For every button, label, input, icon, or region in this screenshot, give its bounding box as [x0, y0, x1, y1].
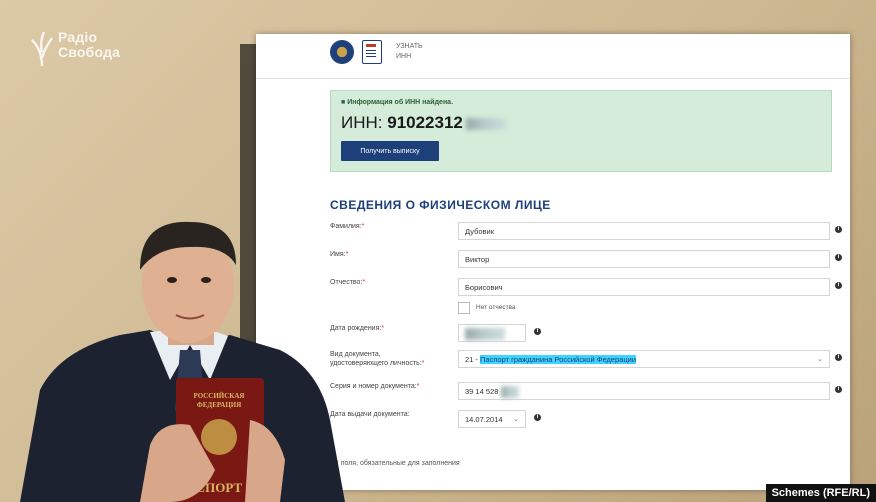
surname-row: Фамилия:* Дубовик i — [330, 222, 842, 244]
doc-type-row: Вид документа, удостоверяющего личность:*… — [330, 350, 842, 372]
birthdate-row: Дата рождения:* i — [330, 324, 840, 346]
info-icon[interactable]: i — [835, 282, 842, 289]
logo-line-1: Радіо — [58, 29, 98, 45]
required-star: * — [361, 223, 365, 230]
chevron-down-icon[interactable]: ⌄ — [513, 411, 519, 429]
logo-mark-icon — [31, 31, 53, 67]
required-star: * — [421, 360, 425, 367]
birthdate-input[interactable] — [458, 324, 526, 342]
doc-type-select[interactable]: 21 - Паспорт гражданина Российской Федер… — [458, 350, 830, 368]
doc-number-row: Серия и номер документа:* 39 14 528 i — [330, 382, 842, 404]
birthdate-redacted-blur — [465, 328, 505, 341]
patronymic-input[interactable]: Борисович — [458, 278, 830, 296]
issue-date-value: 14.07.2014 — [465, 415, 503, 424]
inn-number: 91022312 — [387, 113, 463, 132]
no-patronymic-label: Нет отчества — [476, 304, 516, 311]
photo-credit: Schemes (RFE/RL) — [765, 484, 876, 502]
inn-found-panel: ■ Информация об ИНН найдена. ИНН: 910223… — [330, 90, 832, 172]
required-star: * — [416, 383, 420, 390]
issue-date-label: Дата выдачи документа: — [330, 411, 410, 418]
section-title: СВЕДЕНИЯ О ФИЗИЧЕСКОМ ЛИЦЕ — [330, 198, 551, 212]
no-patronymic-row: Нет отчества — [330, 302, 840, 324]
doc-type-code: 21 - — [465, 355, 478, 364]
name-label: Имя:* — [330, 250, 455, 259]
birthdate-label: Дата рождения:* — [330, 324, 455, 333]
service-title[interactable]: УЗНАТЬ ИНН — [396, 42, 436, 62]
doc-type-label-line-1: Вид документа, — [330, 351, 381, 358]
doc-number-label-text: Серия и номер документа: — [330, 383, 417, 390]
info-icon[interactable]: i — [835, 254, 842, 261]
fns-emblem-icon[interactable] — [330, 40, 354, 64]
doc-number-redacted-blur — [501, 386, 520, 399]
required-star: * — [336, 460, 339, 467]
info-icon[interactable]: i — [835, 226, 842, 233]
inn-label: ИНН: — [341, 113, 383, 132]
inn-redacted-blur — [465, 117, 506, 130]
patronymic-label-text: Отчество: — [330, 279, 363, 286]
required-fields-note: * поля, обязательные для заполнения — [336, 460, 460, 467]
issue-date-input[interactable]: 14.07.2014 ⌄ — [458, 410, 526, 428]
tax-service-page: УЗНАТЬ ИНН ■ Информация об ИНН найдена. … — [256, 34, 850, 490]
inn-found-message: ■ Информация об ИНН найдена. — [341, 99, 453, 106]
no-patronymic-checkbox[interactable] — [458, 302, 470, 314]
info-icon[interactable]: i — [534, 328, 541, 335]
inn-found-text: Информация об ИНН найдена. — [347, 99, 454, 106]
surname-label: Фамилия:* — [330, 222, 455, 231]
patronymic-row: Отчество:* Борисович i — [330, 278, 842, 300]
required-star: * — [345, 251, 349, 258]
required-fields-text: поля, обязательные для заполнения — [340, 460, 460, 467]
required-star: * — [381, 325, 385, 332]
page-header: УЗНАТЬ ИНН — [256, 34, 850, 79]
info-icon[interactable]: i — [835, 386, 842, 393]
birthdate-label-text: Дата рождения: — [330, 325, 382, 332]
inn-value-line: ИНН: 91022312 — [341, 113, 506, 133]
doc-number-input[interactable]: 39 14 528 — [458, 382, 830, 400]
surname-input[interactable]: Дубовик — [458, 222, 830, 240]
info-icon[interactable]: i — [835, 354, 842, 361]
doc-type-value: Паспорт гражданина Российской Федерации — [480, 355, 637, 364]
issue-date-row: Дата выдачи документа: 14.07.2014 ⌄ i — [330, 410, 840, 432]
logo-line-2: Свобода — [58, 44, 121, 60]
required-star: * — [362, 279, 366, 286]
patronymic-label: Отчество:* — [330, 278, 455, 287]
doc-type-label-line-2: удостоверяющего личность: — [330, 360, 422, 367]
doc-number-value: 39 14 528 — [465, 387, 499, 396]
radio-svoboda-logo: Радіо Свобода — [30, 30, 120, 68]
get-statement-button[interactable]: Получить выписку — [341, 141, 439, 161]
name-label-text: Имя: — [330, 251, 346, 258]
info-icon[interactable]: i — [534, 414, 541, 421]
name-input[interactable]: Виктор — [458, 250, 830, 268]
chevron-down-icon[interactable]: ⌄ — [817, 351, 823, 369]
surname-label-text: Фамилия: — [330, 223, 362, 230]
doc-number-label: Серия и номер документа:* — [330, 382, 455, 391]
doc-type-label: Вид документа, удостоверяющего личность:* — [330, 350, 455, 368]
document-icon[interactable] — [362, 40, 382, 64]
name-row: Имя:* Виктор i — [330, 250, 842, 272]
